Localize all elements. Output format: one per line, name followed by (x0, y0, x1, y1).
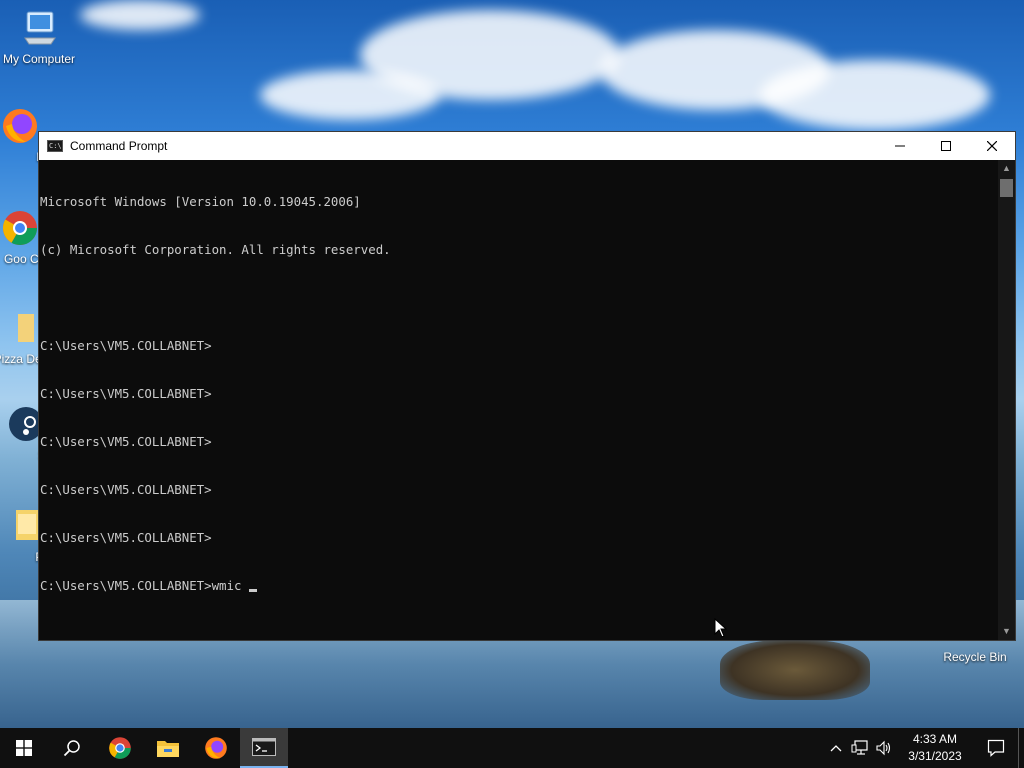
folder-icon (0, 308, 40, 348)
folder-icon (157, 741, 179, 757)
command-prompt-window[interactable]: C:\ Command Prompt Microsoft Windows [Ve… (38, 131, 1016, 641)
window-title: Command Prompt (70, 139, 168, 153)
close-icon (987, 141, 997, 151)
console-command-text[interactable]: C:\Users\VM5.COLLABNET>wmic (40, 578, 241, 593)
windows-start-icon (16, 740, 32, 756)
volume-icon (876, 740, 891, 756)
scroll-thumb[interactable] (1000, 179, 1013, 197)
console-line: C:\Users\VM5.COLLABNET> (40, 530, 212, 545)
cmd-icon: C:\ (47, 140, 63, 152)
action-center-button[interactable] (974, 728, 1018, 768)
desktop-icon-label: Recycle Bin (943, 650, 1007, 664)
start-button[interactable] (0, 728, 48, 768)
desktop-icon-label: My Computer (2, 52, 76, 66)
notification-icon (987, 739, 1005, 757)
image-icon (0, 506, 40, 546)
maximize-icon (941, 141, 951, 151)
taskbar: 4:33 AM 3/31/2023 (0, 728, 1024, 768)
taskbar-firefox-button[interactable] (192, 728, 240, 768)
firefox-icon (205, 737, 227, 759)
console-input-line[interactable]: C:\Users\VM5.COLLABNET>wmic (40, 578, 999, 594)
chevron-up-icon: ▲ (1002, 163, 1011, 173)
window-titlebar[interactable]: C:\ Command Prompt (39, 132, 1015, 160)
taskbar-clock[interactable]: 4:33 AM 3/31/2023 (896, 731, 974, 765)
search-icon (63, 740, 80, 757)
show-desktop-button[interactable] (1018, 728, 1024, 768)
computer-icon (19, 8, 59, 48)
console-line: (c) Microsoft Corporation. All rights re… (40, 242, 391, 257)
clock-time: 4:33 AM (912, 732, 958, 746)
show-hidden-icons-button[interactable] (824, 728, 848, 768)
clock-date: 3/31/2023 (908, 749, 962, 763)
desktop-icon-my-computer[interactable]: My Computer (1, 8, 77, 66)
firefox-icon (0, 106, 40, 146)
system-tray: 4:33 AM 3/31/2023 (824, 728, 1024, 768)
desktop-icon-recycle-bin[interactable]: Recycle Bin (937, 650, 1013, 664)
console-line: Microsoft Windows [Version 10.0.19045.20… (40, 194, 361, 209)
console-line: C:\Users\VM5.COLLABNET> (40, 434, 212, 449)
cloud (760, 60, 990, 130)
close-button[interactable] (969, 132, 1015, 160)
text-cursor (249, 589, 258, 592)
console-line: C:\Users\VM5.COLLABNET> (40, 482, 212, 497)
rock (720, 640, 870, 700)
steam-icon (0, 404, 43, 444)
chrome-icon (0, 208, 40, 248)
network-icon (851, 740, 868, 755)
taskbar-chrome-button[interactable] (96, 728, 144, 768)
chevron-up-icon (830, 745, 842, 752)
scroll-up-button[interactable]: ▲ (998, 160, 1015, 177)
chrome-icon (109, 737, 131, 759)
minimize-button[interactable] (877, 132, 923, 160)
network-button[interactable] (848, 728, 872, 768)
taskbar-file-explorer-button[interactable] (144, 728, 192, 768)
minimize-icon (895, 145, 905, 147)
chevron-down-icon: ▼ (1002, 626, 1011, 636)
cloud (80, 0, 200, 30)
vertical-scrollbar[interactable]: ▲ ▼ (998, 160, 1015, 640)
console-line: C:\Users\VM5.COLLABNET> (40, 386, 212, 401)
volume-button[interactable] (872, 728, 896, 768)
console-line: C:\Users\VM5.COLLABNET> (40, 338, 212, 353)
search-button[interactable] (48, 728, 96, 768)
mouse-pointer-icon (714, 618, 728, 638)
cmd-icon (252, 738, 276, 756)
console-output[interactable]: Microsoft Windows [Version 10.0.19045.20… (39, 160, 999, 640)
window-controls (877, 132, 1015, 160)
scroll-down-button[interactable]: ▼ (998, 623, 1015, 640)
cloud (260, 70, 440, 120)
taskbar-command-prompt-button[interactable] (240, 728, 288, 768)
maximize-button[interactable] (923, 132, 969, 160)
